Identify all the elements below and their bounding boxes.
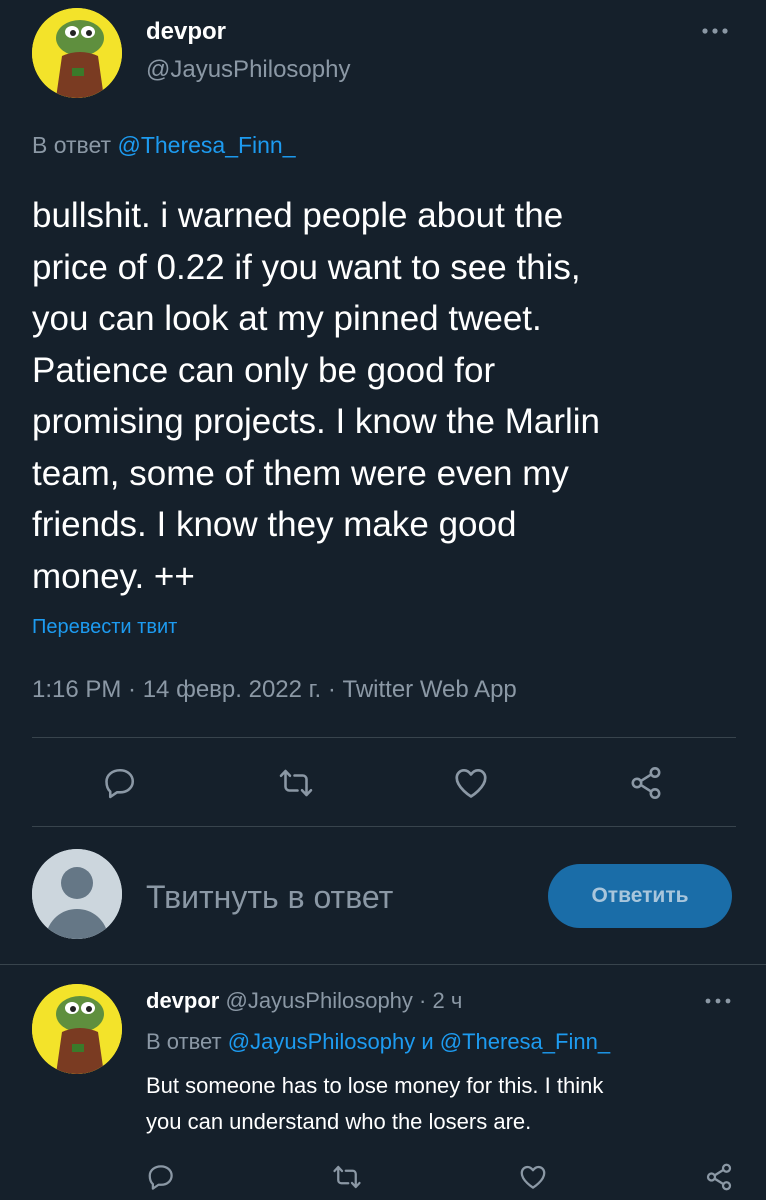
reply-prefix: В ответ [32,132,112,158]
more-dots-icon[interactable] [704,996,732,1006]
reply-composer-input[interactable]: Твитнуть в ответ [146,879,393,916]
tweet-text-line: you can look at my pinned tweet. [32,299,542,338]
tweet-text-line: money. ++ [32,556,195,596]
author-name[interactable]: devpor [146,988,219,1013]
tweet-time[interactable]: · 2 ч [419,988,462,1013]
avatar[interactable] [32,8,122,98]
tweet-text-line: Patience can only be good for [32,350,496,390]
reply-icon[interactable] [102,765,138,801]
avatar[interactable] [32,984,122,1074]
tweet-text-line: bullshit. i warned people about the [32,196,564,235]
tweet-text-line: price of 0.22 if you want to see this, [32,247,581,287]
tweet-text-line: you can understand who the losers are. [146,1109,532,1134]
reply-prefix: В ответ [146,1029,222,1054]
tweet-text-line: promising projects. I know the Marlin [32,402,600,441]
divider [32,737,736,738]
tweet-text-line: But someone has to lose money for this. … [146,1073,604,1098]
divider [32,826,736,827]
reply-to-link[interactable]: @JayusPhilosophy [228,1029,415,1054]
share-icon[interactable] [704,1162,734,1192]
reply-conjunction: и [421,1029,434,1054]
tweet-meta: 1:16 PM · 14 февр. 2022 г. · Twitter Web… [32,676,517,703]
reply-to-link[interactable]: @Theresa_Finn_ [117,132,295,158]
author-handle[interactable]: @JayusPhilosophy [225,988,412,1013]
frog-avatar-icon [32,8,122,98]
reply-context: В ответ @Theresa_Finn_ [32,132,296,159]
like-icon[interactable] [518,1162,548,1192]
default-avatar-icon [32,849,122,939]
divider [0,964,766,965]
tweet-text: bullshit. i warned people about the pric… [32,190,752,602]
tweet-text-line: team, some of them were even my [32,453,569,493]
reply-button[interactable]: Ответить [548,864,732,928]
retweet-icon[interactable] [278,765,314,801]
more-dots-icon[interactable] [700,26,730,36]
user-avatar[interactable] [32,849,122,939]
reply-tweet-header: devpor @JayusPhilosophy · 2 ч [146,988,462,1014]
retweet-icon[interactable] [332,1162,362,1192]
reply-context: В ответ @JayusPhilosophy и @Theresa_Finn… [146,1029,610,1055]
reply-tweet-text: But someone has to lose money for this. … [146,1068,603,1140]
tweet-text-line: friends. I know they make good [32,505,517,544]
translate-link[interactable]: Перевести твит [32,616,177,639]
frog-avatar-icon [32,984,122,1074]
reply-to-link[interactable]: @Theresa_Finn_ [440,1029,610,1054]
reply-icon[interactable] [146,1162,176,1192]
share-icon[interactable] [628,765,664,801]
author-handle[interactable]: @JayusPhilosophy [146,56,350,84]
like-icon[interactable] [452,764,490,802]
author-name[interactable]: devpor [146,18,226,46]
